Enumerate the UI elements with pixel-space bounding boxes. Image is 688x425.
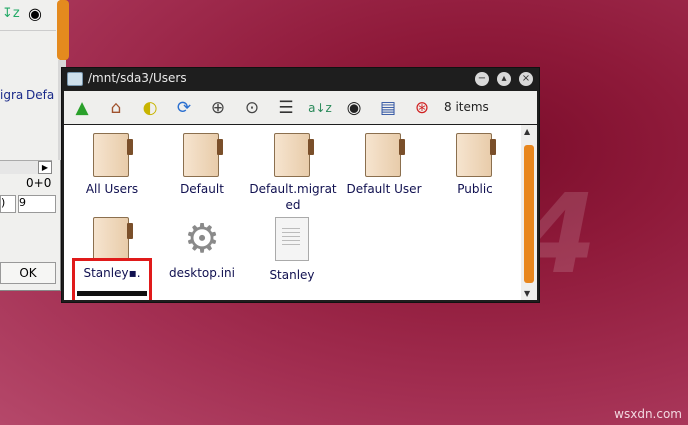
folder-window-icon xyxy=(67,72,83,86)
folder-icon xyxy=(183,133,223,177)
detail-view-icon[interactable]: ▤ xyxy=(376,96,400,120)
file-item[interactable]: Default.migrated xyxy=(249,133,337,213)
watermark: wsxdn.com xyxy=(614,407,682,421)
close-icon[interactable]: × xyxy=(519,72,533,86)
eye-icon[interactable]: ◉ xyxy=(342,96,366,120)
file-name: desktop.ini xyxy=(169,266,235,280)
item-count: 8 items xyxy=(444,100,489,114)
eye-icon[interactable]: ◉ xyxy=(28,4,42,23)
file-name: Stanley xyxy=(269,268,315,282)
help-icon[interactable]: ⊛ xyxy=(410,96,434,120)
background-window-toolbar: ↧z ◉ xyxy=(0,0,56,31)
field-b[interactable]: 9 xyxy=(18,195,56,213)
file-item[interactable]: Default User xyxy=(339,133,429,197)
folder-icon xyxy=(456,133,496,177)
file-list: All Users Default Default.migrated Defau… xyxy=(64,125,521,300)
background-window: ↧z ◉ igra Defa ▶ 0+0 ) 9 OK xyxy=(0,0,69,291)
bookmark-icon[interactable]: ◐ xyxy=(138,96,162,120)
background-item-label: igra xyxy=(0,88,24,102)
file-name: Default xyxy=(180,182,224,196)
window-title: /mnt/sda3/Users xyxy=(88,71,187,85)
zoom-in-icon[interactable]: ⊕ xyxy=(206,96,230,120)
file-manager-window: /mnt/sda3/Users − ▴ × ▲ ⌂ ◐ ⟳ ⊕ ⊙ ☰ a↓z … xyxy=(61,67,540,303)
field-a[interactable]: ) xyxy=(0,195,16,213)
window-titlebar[interactable]: /mnt/sda3/Users − ▴ × xyxy=(62,68,539,90)
folder-icon xyxy=(93,217,133,261)
toolbar: ▲ ⌂ ◐ ⟳ ⊕ ⊙ ☰ a↓z ◉ ▤ ⊛ 8 items xyxy=(64,91,537,124)
folder-icon xyxy=(365,133,405,177)
file-item[interactable]: Stanley xyxy=(249,217,335,283)
scroll-thumb[interactable] xyxy=(524,145,534,283)
zoom-fit-icon[interactable]: ⊙ xyxy=(240,96,264,120)
folder-icon xyxy=(274,133,314,177)
home-icon[interactable]: ⌂ xyxy=(104,96,128,120)
file-item[interactable]: Public xyxy=(432,133,518,197)
list-view-icon[interactable]: ☰ xyxy=(274,96,298,120)
sort-az-icon[interactable]: ↧z xyxy=(2,6,20,21)
sort-az-icon[interactable]: a↓z xyxy=(308,96,332,120)
coord-readout: 0+0 xyxy=(26,176,52,190)
folder-icon xyxy=(93,133,133,177)
ok-button[interactable]: OK xyxy=(0,262,56,284)
file-name: Default User xyxy=(346,182,422,196)
background-item-label: Defa xyxy=(26,88,55,102)
scroll-down-icon[interactable]: ▼ xyxy=(524,289,530,298)
file-name: All Users xyxy=(85,182,139,196)
scroll-up-icon[interactable]: ▲ xyxy=(524,127,530,136)
file-item[interactable]: All Users xyxy=(69,133,155,197)
highlight-box xyxy=(72,258,152,300)
gear-icon: ⚙ xyxy=(184,216,220,262)
maximize-icon[interactable]: ▴ xyxy=(497,72,511,86)
file-name: Public xyxy=(457,182,493,196)
document-icon xyxy=(275,217,309,261)
minimize-icon[interactable]: − xyxy=(475,72,489,86)
up-icon[interactable]: ▲ xyxy=(70,96,94,120)
refresh-icon[interactable]: ⟳ xyxy=(172,96,196,120)
vertical-scrollbar[interactable]: ▲ ▼ xyxy=(521,125,537,300)
file-item[interactable]: Default xyxy=(159,133,245,197)
file-item[interactable]: ⚙ desktop.ini xyxy=(159,217,245,281)
file-name: Default.migrated xyxy=(249,182,337,212)
background-scroll-thumb[interactable] xyxy=(57,0,69,60)
scroll-right-button[interactable]: ▶ xyxy=(38,161,52,174)
